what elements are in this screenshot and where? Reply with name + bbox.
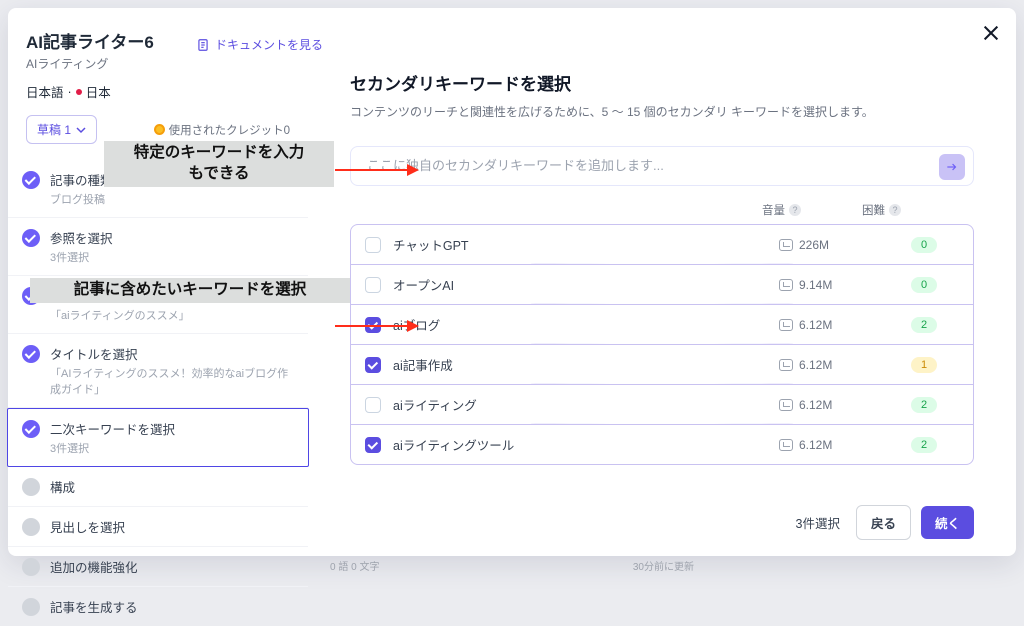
keyword-difficulty: 2: [889, 317, 959, 333]
step-title: 構成: [50, 477, 75, 496]
keyword-row[interactable]: aiライティング6.12M2: [351, 385, 973, 425]
keyword-volume: 6.12M: [779, 438, 889, 452]
keyword-name: aiライティング: [393, 395, 779, 414]
view-document-button[interactable]: ドキュメントを見る: [196, 36, 323, 53]
keyword-row[interactable]: aiブログ6.12M2: [351, 305, 973, 345]
pending-dot-icon: [22, 518, 40, 536]
volume-icon: [779, 399, 793, 411]
selected-count: 3件選択: [796, 513, 840, 532]
keyword-volume: 9.14M: [779, 278, 889, 292]
volume-icon: [779, 319, 793, 331]
keyword-name: aiブログ: [393, 315, 779, 334]
sidebar-step[interactable]: 二次キーワードを選択 3件選択: [7, 408, 309, 467]
step-title: 記事の種類: [50, 170, 113, 189]
table-header: 音量? 困難?: [350, 202, 974, 218]
step-title: タイトルを選択: [50, 344, 290, 363]
language-country: 日本語 · 日本: [26, 82, 290, 101]
step-title: 二次キーワードを選択: [50, 419, 175, 438]
sidebar-step[interactable]: 見出しを選択: [8, 507, 308, 547]
step-subtitle: 3件選択: [50, 249, 113, 265]
help-icon[interactable]: ?: [789, 204, 801, 216]
page-heading: セカンダリキーワードを選択: [350, 70, 974, 95]
keyword-checkbox[interactable]: [365, 397, 381, 413]
keyword-checkbox[interactable]: [365, 237, 381, 253]
check-icon: [22, 171, 40, 189]
keyword-name: aiライティングツール: [393, 435, 779, 454]
step-title: 記事を生成する: [50, 597, 138, 616]
keyword-volume: 6.12M: [779, 398, 889, 412]
keyword-table: チャットGPT226M0オープンAI9.14M0aiブログ6.12M2ai記事作…: [350, 224, 974, 465]
step-subtitle: 3件選択: [50, 440, 175, 456]
credits-used: 使用されたクレジット0: [154, 122, 290, 138]
step-subtitle: 「aiライティングのススメ」: [50, 307, 190, 323]
sidebar-step[interactable]: 主要キーワードを選択「aiライティングのススメ」: [8, 276, 308, 334]
app-subtitle: AIライティング: [26, 55, 290, 72]
footer-bar: 3件選択 戻る 続く: [350, 493, 974, 556]
sidebar-step[interactable]: 参照を選択 3件選択: [8, 218, 308, 276]
volume-icon: [779, 279, 793, 291]
step-title: 参照を選択: [50, 228, 113, 247]
secondary-keyword-input[interactable]: [367, 158, 927, 173]
continue-button[interactable]: 続く: [921, 506, 974, 539]
sidebar-step[interactable]: タイトルを選択「AIライティングのススメ！効率的なaiブログ作成ガイド」: [8, 334, 308, 408]
keyword-row[interactable]: aiライティングツール6.12M2: [351, 425, 973, 464]
keyword-input-row: [350, 146, 974, 186]
keyword-difficulty: 0: [889, 277, 959, 293]
keyword-checkbox[interactable]: [365, 437, 381, 453]
keyword-difficulty: 0: [889, 237, 959, 253]
keyword-name: ai記事作成: [393, 355, 779, 374]
help-icon[interactable]: ?: [889, 204, 901, 216]
sidebar: AI記事ライター6 AIライティング 日本語 · 日本 ドキュメントを見る 草稿…: [8, 8, 308, 556]
coin-icon: [154, 124, 165, 135]
step-title: 見出しを選択: [50, 517, 125, 536]
sidebar-step[interactable]: 記事を生成する: [8, 587, 308, 626]
sidebar-step[interactable]: 記事の種類ブログ投稿: [8, 160, 308, 218]
step-title: 主要キーワードを選択: [50, 286, 190, 305]
keyword-row[interactable]: オープンAI9.14M0: [351, 265, 973, 305]
volume-icon: [779, 439, 793, 451]
add-keyword-button[interactable]: [939, 154, 965, 180]
check-icon: [22, 229, 40, 247]
keyword-checkbox[interactable]: [365, 317, 381, 333]
step-subtitle: 「AIライティングのススメ！効率的なaiブログ作成ガイド」: [50, 365, 290, 397]
pending-dot-icon: [22, 598, 40, 616]
check-icon: [22, 345, 40, 363]
keyword-difficulty: 1: [889, 357, 959, 373]
keyword-volume: 226M: [779, 238, 889, 252]
keyword-volume: 6.12M: [779, 358, 889, 372]
volume-icon: [779, 239, 793, 251]
keyword-name: オープンAI: [393, 275, 779, 294]
status-bar: 0 語 0 文字 30分前に更新: [0, 556, 1024, 574]
step-subtitle: ブログ投稿: [50, 191, 113, 207]
keyword-difficulty: 2: [889, 437, 959, 453]
keyword-name: チャットGPT: [393, 235, 779, 254]
keyword-row[interactable]: ai記事作成6.12M1: [351, 345, 973, 385]
check-icon: [22, 420, 40, 438]
back-button[interactable]: 戻る: [856, 505, 911, 540]
volume-icon: [779, 359, 793, 371]
page-description: コンテンツのリーチと関連性を広げるために、5 ～ 15 個のセカンダリ キーワー…: [350, 103, 974, 120]
sidebar-step[interactable]: 構成: [8, 467, 308, 507]
keyword-volume: 6.12M: [779, 318, 889, 332]
keyword-row[interactable]: チャットGPT226M0: [351, 225, 973, 265]
keyword-checkbox[interactable]: [365, 277, 381, 293]
check-icon: [22, 287, 40, 305]
keyword-difficulty: 2: [889, 397, 959, 413]
chevron-down-icon: [76, 125, 86, 135]
arrow-right-icon: [945, 160, 959, 174]
keyword-checkbox[interactable]: [365, 357, 381, 373]
pending-dot-icon: [22, 478, 40, 496]
draft-dropdown[interactable]: 草稿 1: [26, 115, 97, 144]
main-panel: セカンダリキーワードを選択 コンテンツのリーチと関連性を広げるために、5 ～ 1…: [308, 8, 1016, 556]
flag-dot-icon: [76, 89, 82, 95]
